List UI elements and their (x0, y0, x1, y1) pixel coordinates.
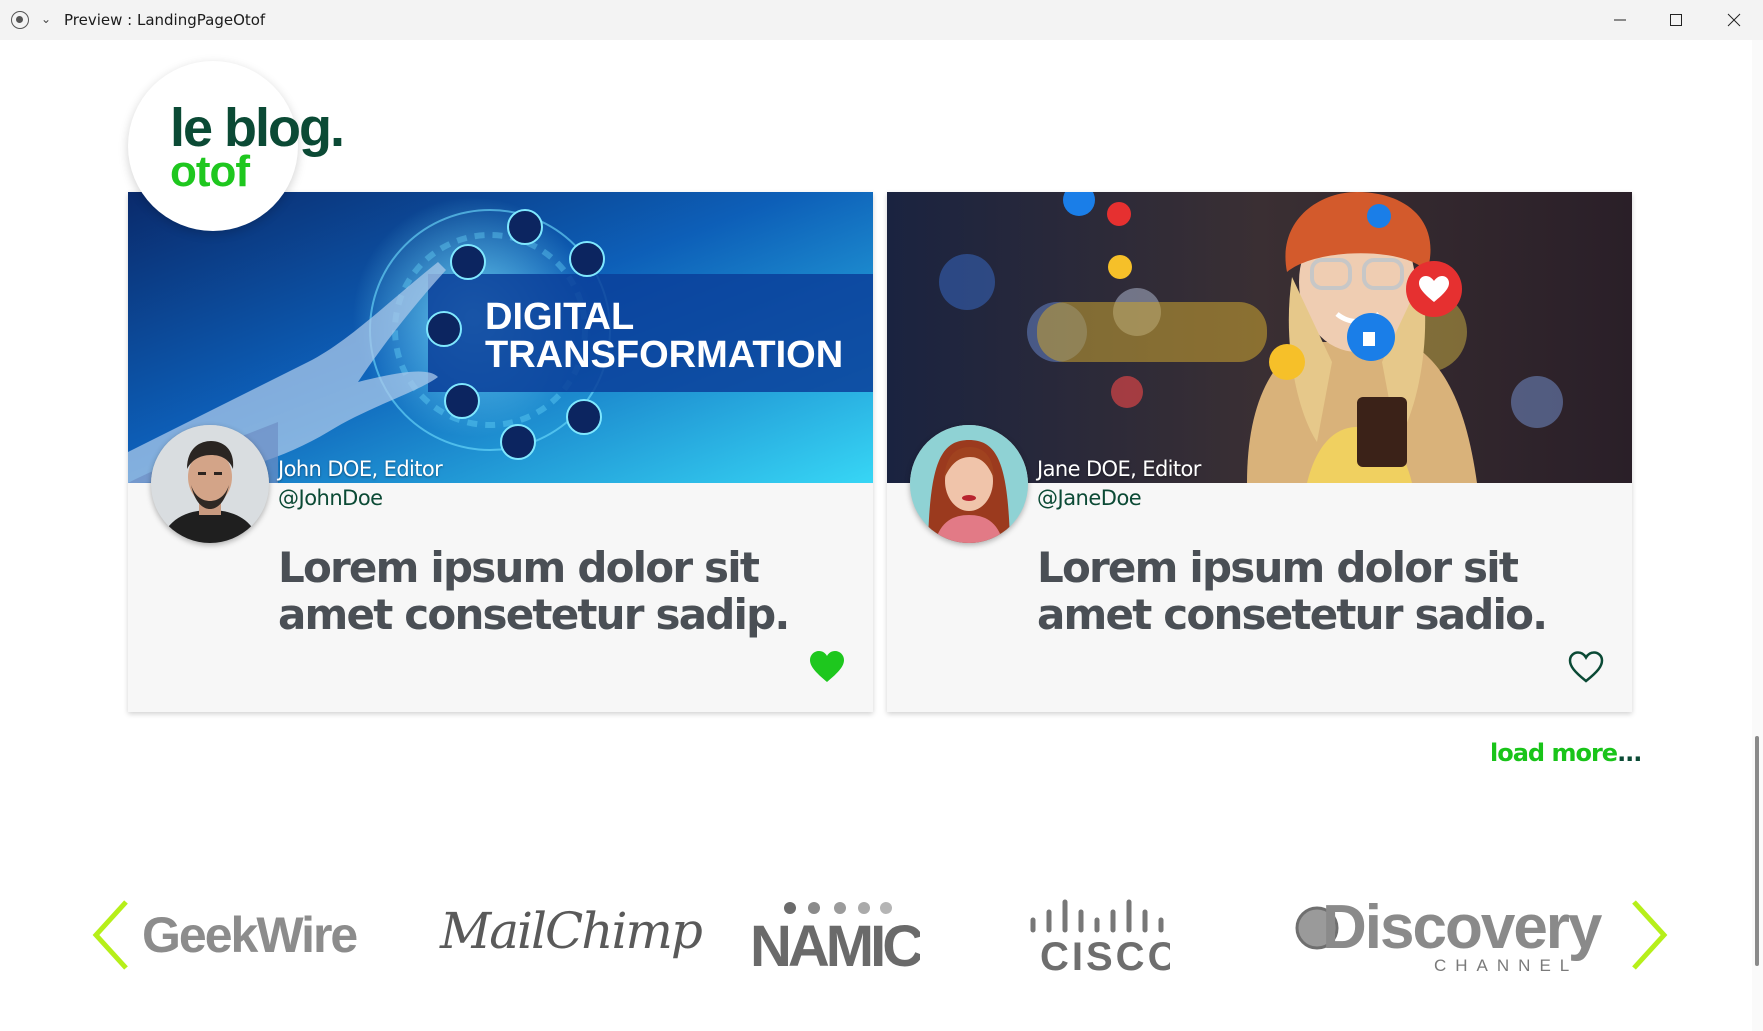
load-more-link[interactable]: load more... (1490, 739, 1642, 767)
close-button[interactable] (1706, 0, 1762, 40)
cisco-text: CISCO (1040, 935, 1170, 973)
heart-filled-icon[interactable] (809, 650, 845, 684)
app-record-icon[interactable] (11, 11, 29, 29)
close-icon (1727, 13, 1741, 27)
banner-text-line1: DIGITAL (485, 296, 634, 338)
banner-text-line2: TRANSFORMATION (485, 334, 843, 376)
author-handle[interactable]: @JohnDoe (278, 486, 383, 510)
window-title: Preview : LandingPageOtof (64, 11, 266, 29)
namic-text: NAMIC (750, 914, 920, 970)
post-card[interactable]: Jane DOE, Editor @JaneDoe Lorem ipsum do… (887, 192, 1632, 712)
author-handle[interactable]: @JaneDoe (1037, 486, 1142, 510)
chevron-right-icon[interactable] (1628, 900, 1668, 970)
post-headline[interactable]: Lorem ipsum dolor sit amet consetetur sa… (1037, 544, 1597, 638)
heart-outline-icon[interactable] (1568, 650, 1604, 684)
load-more-dots: ... (1617, 739, 1642, 767)
author-name: Jane DOE, Editor (1037, 457, 1201, 481)
maximize-button[interactable] (1648, 0, 1704, 40)
minimize-icon (1614, 19, 1626, 21)
author-avatar[interactable] (910, 425, 1028, 543)
logo-text-line2: otof (170, 147, 250, 196)
load-more-label: load more (1490, 739, 1618, 767)
post-card[interactable]: DIGITAL TRANSFORMATION John DOE, Editor … (128, 192, 873, 712)
brand-logo-cisco: CISCO (1028, 898, 1179, 979)
window-titlebar: ⌄ Preview : LandingPageOtof (0, 0, 1763, 40)
brand-logo-mailchimp: MailChimp (440, 902, 703, 960)
scrollbar-thumb[interactable] (1755, 736, 1759, 966)
post-headline[interactable]: Lorem ipsum dolor sit amet consetetur sa… (278, 544, 838, 638)
chevron-left-icon[interactable] (92, 900, 132, 970)
chevron-down-icon[interactable]: ⌄ (38, 11, 54, 27)
minimize-button[interactable] (1592, 0, 1648, 40)
brand-logo-discovery: Discovery CHANNEL (1294, 893, 1624, 975)
author-name: John DOE, Editor (278, 457, 443, 481)
vertical-scrollbar[interactable] (1752, 40, 1763, 1031)
discovery-text: Discovery (1322, 896, 1603, 962)
author-avatar[interactable] (151, 425, 269, 543)
blog-logo[interactable]: le blog. otof (128, 61, 345, 231)
brand-logo-geekwire: GeekWire (142, 907, 358, 963)
discovery-channel-text: CHANNEL (1434, 956, 1578, 974)
maximize-icon (1670, 14, 1682, 26)
brand-logo-namic: NAMIC (750, 900, 927, 979)
